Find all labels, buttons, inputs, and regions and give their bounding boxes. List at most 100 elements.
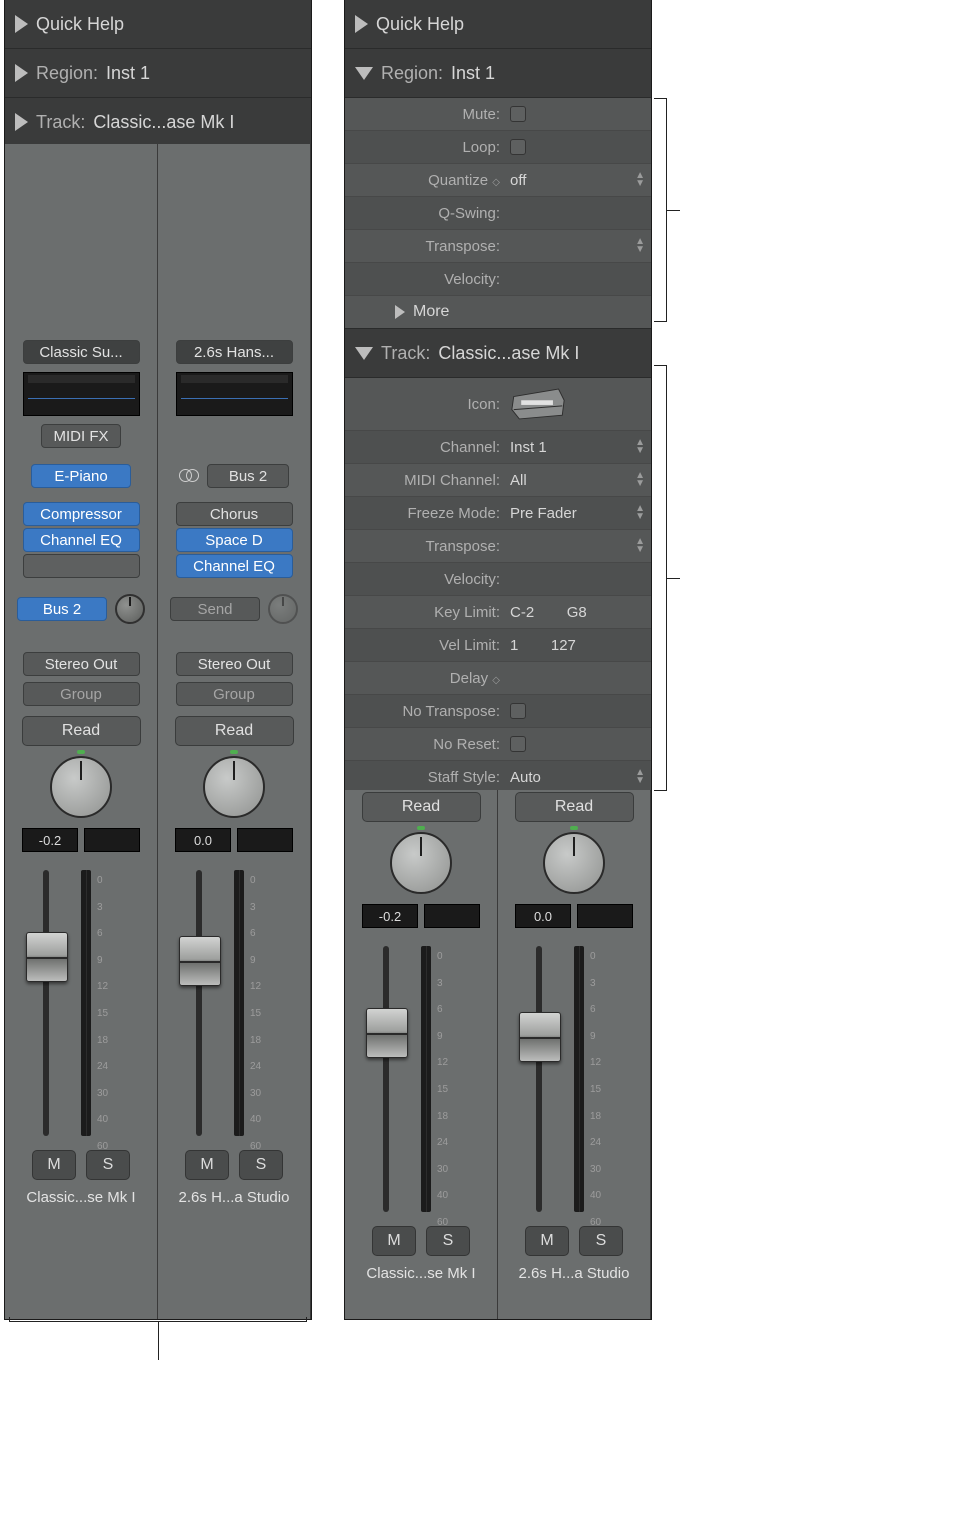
checkbox-icon[interactable] (510, 106, 526, 122)
db-value[interactable]: 0.0 (175, 828, 231, 852)
param-qswing[interactable]: Q-Swing: (345, 197, 651, 230)
input-slot[interactable]: Bus 2 (207, 464, 289, 488)
fader-cap[interactable] (366, 1008, 408, 1058)
region-value: Inst 1 (451, 63, 495, 84)
inspector-left: Quick Help Region: Inst 1 Track: Classic… (5, 0, 311, 1319)
pan-knob[interactable] (50, 756, 112, 818)
send-knob[interactable] (115, 594, 145, 624)
fader-cap[interactable] (26, 932, 68, 982)
insert-slot[interactable]: Channel EQ (23, 528, 140, 552)
mute-button[interactable]: M (525, 1226, 569, 1256)
db-peak[interactable] (237, 828, 293, 852)
eq-thumbnail[interactable] (23, 372, 140, 416)
db-peak[interactable] (577, 904, 633, 928)
quick-help-header[interactable]: Quick Help (345, 0, 651, 49)
region-params: Mute: Loop: Quantize ◇off Q-Swing: Trans… (345, 98, 651, 329)
pan-knob[interactable] (543, 832, 605, 894)
channel-name[interactable]: Classic...se Mk I (355, 1256, 487, 1290)
callout-bracket-bottom (9, 1321, 307, 1362)
db-value[interactable]: -0.2 (362, 904, 418, 928)
automation-mode-button[interactable]: Read (22, 716, 141, 746)
setting-slot[interactable]: 2.6s Hans... (176, 340, 293, 364)
output-slot[interactable]: Stereo Out (176, 652, 293, 676)
db-peak[interactable] (424, 904, 480, 928)
param-midi-channel[interactable]: MIDI Channel:All (345, 464, 651, 497)
insert-slot[interactable]: Channel EQ (176, 554, 293, 578)
param-loop[interactable]: Loop: (345, 131, 651, 164)
updown-icon[interactable] (635, 538, 645, 554)
param-delay[interactable]: Delay ◇ (345, 662, 651, 695)
send-slot[interactable]: Send (170, 597, 260, 621)
callout-bracket-track (654, 365, 667, 791)
quick-help-label: Quick Help (376, 14, 464, 35)
db-peak[interactable] (84, 828, 140, 852)
updown-icon[interactable] (635, 238, 645, 254)
channel-name[interactable]: 2.6s H...a Studio (168, 1180, 300, 1214)
updown-icon[interactable] (635, 769, 645, 785)
fader-cap[interactable] (179, 936, 221, 986)
pan-knob[interactable] (390, 832, 452, 894)
checkbox-icon[interactable] (510, 736, 526, 752)
pan-knob[interactable] (203, 756, 265, 818)
region-header-left[interactable]: Region: Inst 1 (5, 49, 311, 98)
output-slot[interactable]: Stereo Out (23, 652, 140, 676)
updown-icon[interactable] (635, 439, 645, 455)
param-velocity[interactable]: Velocity: (345, 263, 651, 296)
param-vel-limit[interactable]: Vel Limit:1 127 (345, 629, 651, 662)
group-slot[interactable]: Group (176, 682, 293, 706)
param-mute[interactable]: Mute: (345, 98, 651, 131)
channel-name[interactable]: Classic...se Mk I (15, 1180, 147, 1214)
region-value: Inst 1 (106, 63, 150, 84)
automation-mode-button[interactable]: Read (175, 716, 294, 746)
insert-slot[interactable]: Space D (176, 528, 293, 552)
fader-cap[interactable] (519, 1012, 561, 1062)
track-header-left[interactable]: Track: Classic...ase Mk I (5, 98, 311, 147)
param-quantize[interactable]: Quantize ◇off (345, 164, 651, 197)
region-header-right[interactable]: Region: Inst 1 (345, 49, 651, 98)
eq-thumbnail[interactable] (176, 372, 293, 416)
track-value: Classic...ase Mk I (438, 343, 579, 364)
updown-icon[interactable] (635, 472, 645, 488)
param-freeze-mode[interactable]: Freeze Mode:Pre Fader (345, 497, 651, 530)
mute-button[interactable]: M (185, 1150, 229, 1180)
automation-mode-button[interactable]: Read (362, 792, 481, 822)
insert-slot-empty[interactable] (23, 554, 140, 578)
checkbox-icon[interactable] (510, 139, 526, 155)
param-transpose[interactable]: Transpose: (345, 230, 651, 263)
param-no-transpose[interactable]: No Transpose: (345, 695, 651, 728)
stereo-icon (179, 467, 199, 485)
quick-help-label: Quick Help (36, 14, 124, 35)
disclosure-right-icon (15, 64, 28, 82)
channel-strip: 2.6s Hans... Bus 2 Chorus Space D Channe… (158, 144, 311, 1319)
db-value[interactable]: 0.0 (515, 904, 571, 928)
group-slot[interactable]: Group (23, 682, 140, 706)
send-knob[interactable] (268, 594, 298, 624)
quick-help-header[interactable]: Quick Help (5, 0, 311, 49)
instrument-slot[interactable]: E-Piano (31, 464, 131, 488)
param-channel[interactable]: Channel:Inst 1 (345, 431, 651, 464)
param-transpose-track[interactable]: Transpose: (345, 530, 651, 563)
send-slot[interactable]: Bus 2 (17, 597, 107, 621)
send-row: Send (168, 594, 300, 624)
midi-fx-slot[interactable]: MIDI FX (41, 424, 121, 448)
level-meter (574, 946, 584, 1212)
automation-mode-button[interactable]: Read (515, 792, 634, 822)
track-header-right[interactable]: Track: Classic...ase Mk I (345, 329, 651, 378)
insert-slot[interactable]: Compressor (23, 502, 140, 526)
more-row[interactable]: More (345, 296, 651, 329)
fader-area: 036912151824304060 (15, 870, 147, 1136)
param-key-limit[interactable]: Key Limit:C-2 G8 (345, 596, 651, 629)
param-no-reset[interactable]: No Reset: (345, 728, 651, 761)
checkbox-icon[interactable] (510, 703, 526, 719)
channel-name[interactable]: 2.6s H...a Studio (508, 1256, 640, 1290)
insert-slot[interactable]: Chorus (176, 502, 293, 526)
mute-button[interactable]: M (372, 1226, 416, 1256)
setting-slot[interactable]: Classic Su... (23, 340, 140, 364)
mute-button[interactable]: M (32, 1150, 76, 1180)
param-icon[interactable]: Icon: (345, 378, 651, 431)
db-value[interactable]: -0.2 (22, 828, 78, 852)
updown-icon[interactable] (635, 172, 645, 188)
param-velocity-track[interactable]: Velocity: (345, 563, 651, 596)
updown-icon[interactable] (635, 505, 645, 521)
mute-solo-row: M S (32, 1150, 130, 1180)
